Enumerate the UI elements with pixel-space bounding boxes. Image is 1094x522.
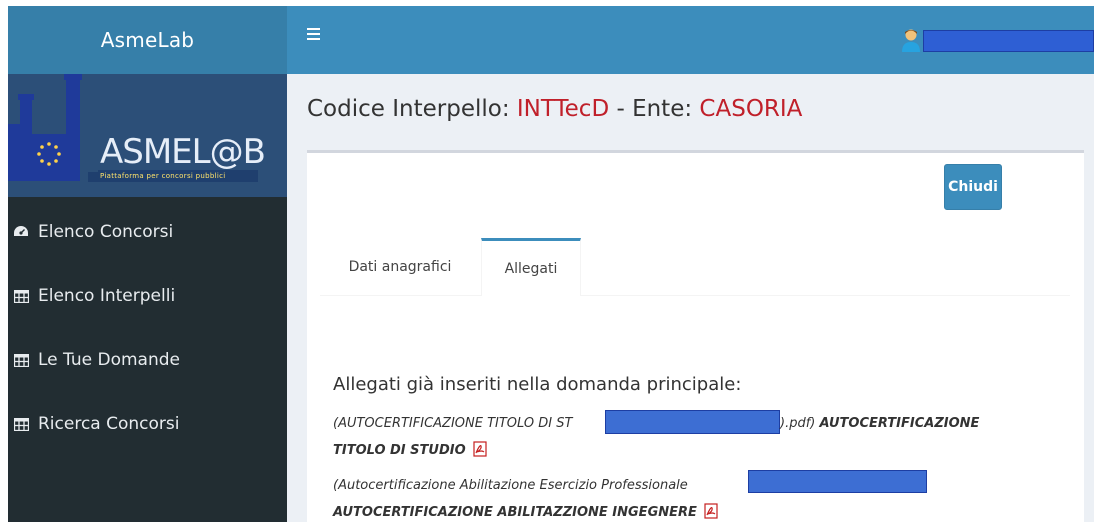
allegati-heading: Allegati già inseriti nella domanda prin… [333, 374, 742, 395]
attachment-2-file-prefix: (Autocertificazione Abilitazione Eserciz… [333, 478, 688, 493]
tab-allegati[interactable]: Allegati [481, 238, 581, 296]
codice-interpello: INTTecD [516, 96, 610, 122]
close-button[interactable]: Chiudi [944, 164, 1002, 210]
sidebar-item-label: Le Tue Domande [38, 350, 180, 370]
attachment-2-label-text: AUTOCERTIFICAZIONE ABILITAZZIONE INGEGNE… [333, 505, 697, 520]
attachment-1-label-text: TITOLO DI STUDIO [333, 443, 466, 458]
title-prefix: Codice Interpello: [307, 96, 517, 122]
username-redacted [923, 30, 1094, 52]
attachment-2-label-line2[interactable]: AUTOCERTIFICAZIONE ABILITAZZIONE INGEGNE… [333, 503, 718, 520]
logo-wordmark: ASMEL@B [100, 132, 266, 172]
tab-dati-anagrafici[interactable]: Dati anagrafici [320, 238, 480, 296]
brand-logo-text[interactable]: AsmeLab [8, 6, 287, 74]
tab-bar: Dati anagrafici Allegati [320, 238, 1070, 296]
title-mid: - Ente: [609, 96, 700, 122]
attachment-2-redaction [748, 470, 927, 493]
ente-name: CASORIA [699, 96, 803, 122]
table-icon [8, 417, 34, 431]
attachment-1-file-suffix: ).pdf) [780, 416, 816, 431]
attachment-1-filename: (AUTOCERTIFICAZIONE TITOLO DI ST [333, 416, 572, 431]
sidebar-item-elenco-interpelli[interactable]: Elenco Interpelli [8, 264, 287, 328]
sidebar-item-label: Elenco Interpelli [38, 286, 176, 306]
table-icon [8, 353, 34, 367]
sidebar-item-ricerca-concorsi[interactable]: Ricerca Concorsi [8, 392, 287, 456]
page-title: Codice Interpello: INTTecD - Ente: CASOR… [307, 96, 802, 122]
sidebar-item-le-tue-domande[interactable]: Le Tue Domande [8, 328, 287, 392]
sidebar: AsmeLab ASMEL@B Piattaforma per concorsi… [8, 6, 287, 522]
attachment-1-label-line2[interactable]: TITOLO DI STUDIO [333, 441, 487, 458]
asmelab-logo: ASMEL@B Piattaforma per concorsi pubblic… [8, 74, 287, 197]
attachment-2-filename: (Autocertificazione Abilitazione Eserciz… [333, 478, 688, 493]
sidebar-item-elenco-concorsi[interactable]: Elenco Concorsi [8, 200, 287, 264]
hamburger-icon[interactable] [307, 28, 320, 41]
attachment-1-suffix: ).pdf) AUTOCERTIFICAZIONE [780, 416, 979, 431]
attachment-1-redaction [605, 410, 780, 434]
pdf-icon[interactable] [704, 503, 718, 519]
table-icon [8, 289, 34, 303]
top-navbar [287, 6, 1094, 74]
logo-subtitle: Piattaforma per concorsi pubblici [100, 172, 226, 180]
sidebar-menu: Elenco Concorsi Elenco Interpelli Le Tue… [8, 200, 287, 456]
main-content: Codice Interpello: INTTecD - Ente: CASOR… [287, 74, 1094, 522]
attachment-1-label: AUTOCERTIFICAZIONE [819, 416, 980, 431]
sidebar-item-label: Ricerca Concorsi [38, 414, 180, 434]
pdf-icon[interactable] [473, 441, 487, 457]
user-avatar-icon[interactable] [901, 28, 921, 52]
attachment-1-file-prefix: (AUTOCERTIFICAZIONE TITOLO DI ST [333, 416, 573, 431]
castle-logo-icon [8, 74, 103, 197]
sidebar-item-label: Elenco Concorsi [38, 222, 174, 242]
dashboard-icon [8, 225, 34, 239]
